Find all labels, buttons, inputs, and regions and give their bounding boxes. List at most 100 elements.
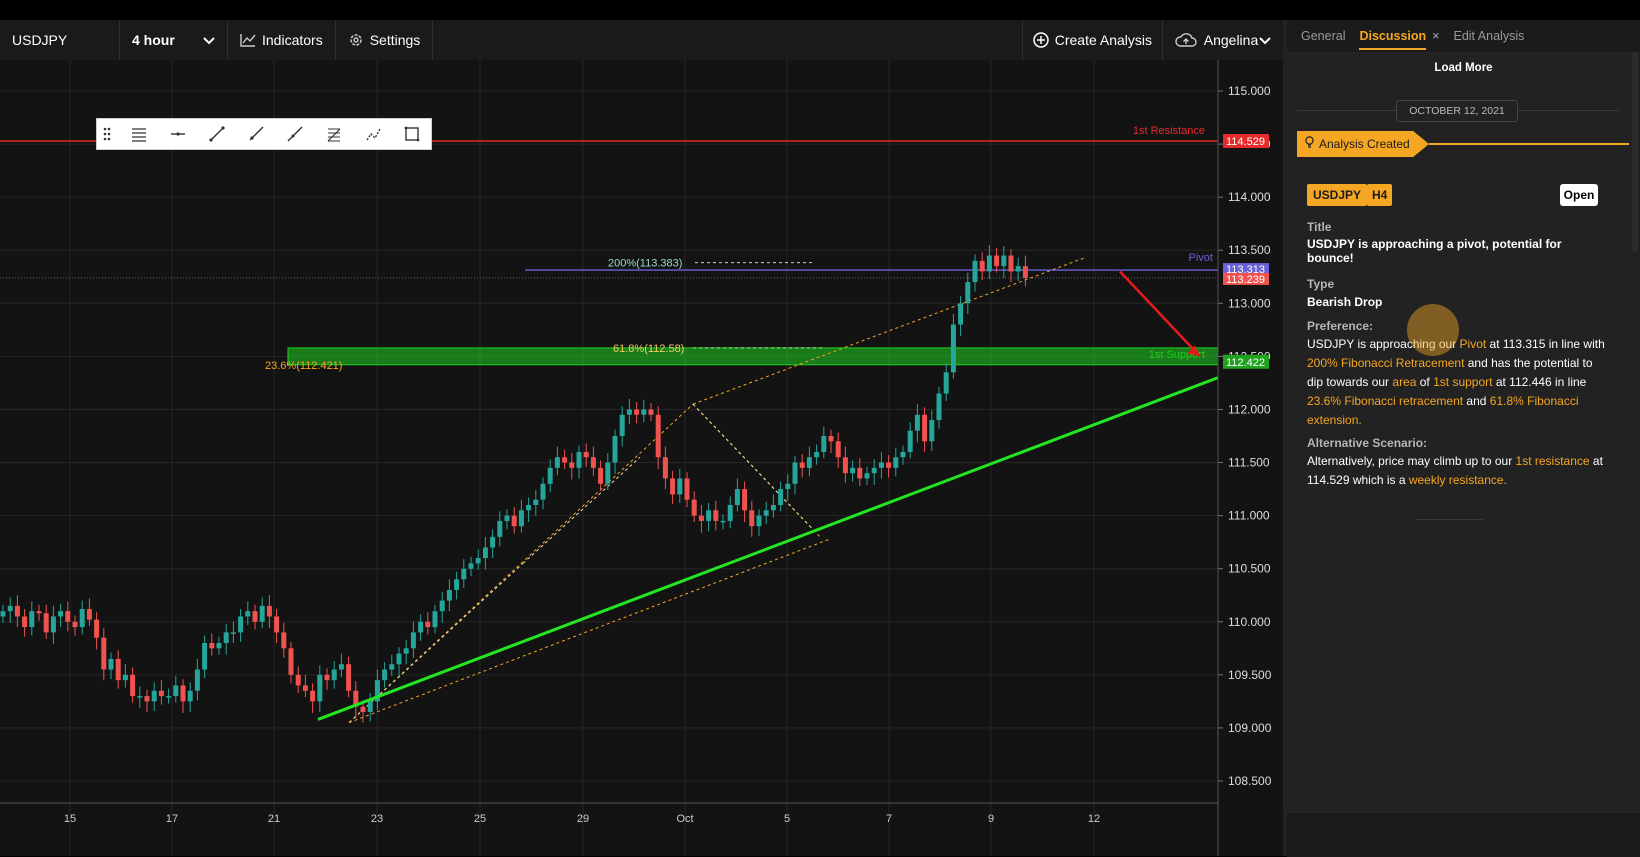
candle-body — [475, 558, 481, 564]
panel-scrollbar[interactable] — [1632, 52, 1638, 252]
price-tick-label: 112.000 — [1228, 402, 1271, 416]
chevron-down-icon — [203, 32, 215, 48]
cursor-highlight — [1407, 304, 1459, 356]
candle-body — [79, 609, 85, 628]
candle-body — [878, 462, 884, 468]
candle-body — [835, 441, 841, 458]
candle-body — [569, 462, 575, 468]
candle-body — [864, 473, 870, 479]
create-analysis-button[interactable]: Create Analysis — [1021, 20, 1163, 60]
candle-body — [770, 505, 776, 511]
title-label: Title — [1307, 220, 1332, 234]
candle-body — [310, 690, 316, 702]
candle-body — [886, 462, 892, 468]
alternative-segment: weekly resistance. — [1408, 473, 1507, 487]
date-tick-label: 12 — [1088, 813, 1100, 825]
preference-segment: 23.6% Fibonacci retracement — [1307, 394, 1464, 408]
candle-body — [598, 467, 604, 484]
candle-body — [497, 520, 503, 537]
candle-body — [43, 613, 49, 633]
price-tick-label: 113.500 — [1228, 243, 1271, 257]
price-chart[interactable]: 1st Resistance 1st Support Pivot 200%(113.… — [0, 60, 1283, 856]
candle-body — [338, 664, 344, 670]
candle-body — [662, 457, 668, 479]
candle-body — [410, 632, 416, 649]
candle-body — [958, 303, 964, 325]
tab-close-icon[interactable]: × — [1432, 29, 1439, 43]
alternative-segment: Alternatively, price may climb up to our — [1307, 454, 1516, 468]
candle-body — [626, 409, 632, 415]
candle-body — [439, 600, 445, 612]
pattern-icon[interactable] — [353, 119, 392, 149]
date-tick-label: 9 — [988, 813, 994, 825]
load-more-link[interactable]: Load More — [1287, 62, 1640, 74]
candle-body — [130, 674, 136, 697]
preference-segment: area — [1392, 375, 1417, 389]
preference-segment: 200% Fibonacci Retracement — [1307, 356, 1465, 370]
candle-body — [29, 611, 35, 628]
candle-body — [554, 457, 560, 468]
settings-button[interactable]: Settings — [336, 20, 434, 60]
candle-body — [850, 467, 856, 474]
candle-body — [1001, 255, 1007, 267]
candle-body — [108, 658, 114, 670]
candle-body — [274, 616, 280, 633]
candle-body — [22, 616, 28, 628]
open-button[interactable]: Open — [1560, 184, 1598, 206]
preference-segment: 1st support — [1433, 375, 1493, 389]
candle-body — [979, 260, 985, 272]
tab-edit-analysis[interactable]: Edit Analysis — [1453, 29, 1524, 43]
candle-body — [295, 674, 301, 686]
chart-canvas[interactable]: 1st Resistance1st SupportPivot 200%(113.… — [0, 60, 1283, 856]
ray-icon[interactable] — [236, 119, 275, 149]
candle-body — [1015, 266, 1021, 272]
candle-body — [14, 605, 20, 617]
candle-body — [619, 414, 625, 436]
candle-body — [806, 457, 812, 468]
candle-body — [504, 515, 510, 521]
tab-general[interactable]: General — [1301, 29, 1345, 43]
candle-body — [756, 515, 762, 527]
date-tick-label: 21 — [268, 813, 280, 825]
fib-236-label: 23.6%(112.421) — [265, 360, 342, 372]
timeframe-badge: H4 — [1367, 184, 1393, 206]
preference-segment: at 112.446 in line — [1492, 375, 1587, 389]
analysis-title: USDJPY is approaching a pivot, potential… — [1307, 237, 1562, 265]
candle-body — [648, 409, 654, 415]
candle-body — [173, 685, 179, 697]
candle-body — [936, 393, 942, 421]
rectangle-icon[interactable] — [392, 119, 431, 149]
candle-body — [950, 324, 956, 373]
date-tick-label: 17 — [166, 813, 178, 825]
resistance-label: 1st Resistance — [1133, 125, 1205, 137]
candle-body — [396, 653, 402, 665]
symbol-badge: USDJPY — [1307, 184, 1368, 206]
candle-body — [101, 637, 107, 670]
horizontal-line-icon[interactable] — [158, 119, 197, 149]
symbol-field[interactable]: USDJPY — [0, 20, 120, 60]
user-menu[interactable]: Angelina — [1163, 20, 1283, 60]
candle-body — [684, 478, 690, 500]
preference-segment: and — [1463, 394, 1490, 408]
fibonacci-icon[interactable] — [314, 119, 353, 149]
tab-discussion[interactable]: Discussion — [1359, 29, 1426, 50]
candle-body — [857, 467, 863, 479]
analysis-details: Title USDJPY is approaching a pivot, pot… — [1307, 220, 1607, 490]
drag-icon[interactable] — [97, 119, 119, 149]
candle-body — [677, 478, 683, 495]
horizontal-lines-icon[interactable] — [119, 119, 158, 149]
trend-line-icon[interactable] — [197, 119, 236, 149]
candle-body — [317, 674, 323, 702]
analysis-panel: General Discussion × Edit Analysis Load … — [1287, 20, 1640, 857]
candle-body — [50, 616, 56, 633]
candle-body — [288, 648, 294, 675]
extended-line-icon[interactable] — [275, 119, 314, 149]
candle-body — [0, 611, 6, 617]
panel-tabs: General Discussion × Edit Analysis — [1287, 20, 1640, 52]
indicators-button[interactable]: Indicators — [228, 20, 336, 60]
candle-body — [209, 643, 215, 649]
candle-body — [907, 430, 913, 452]
candle-body — [785, 483, 791, 490]
price-tick-label: 111.000 — [1228, 509, 1270, 523]
timeframe-dropdown[interactable]: 4 hour — [120, 20, 228, 60]
